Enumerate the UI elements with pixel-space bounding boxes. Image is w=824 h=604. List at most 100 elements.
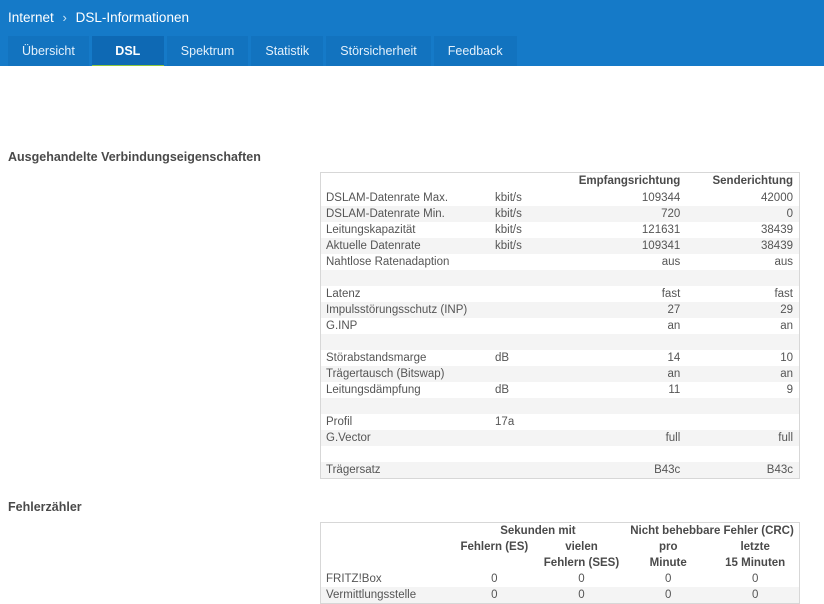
property-label: Nahtlose Ratenadaption bbox=[326, 256, 450, 268]
error-value: 0 bbox=[578, 573, 585, 585]
error-value: 0 bbox=[578, 589, 585, 601]
page-header: Internet › DSL-Informationen Übersicht D… bbox=[0, 0, 824, 66]
error-col-header-min-1: pro bbox=[658, 541, 678, 553]
property-value-upstream bbox=[684, 414, 799, 430]
tab-dsl[interactable]: DSL bbox=[91, 36, 164, 66]
section-title-negotiated: Ausgehandelte Verbindungseigenschaften bbox=[8, 150, 261, 164]
property-unit: kbit/s bbox=[495, 240, 522, 252]
property-value-downstream: fast bbox=[661, 288, 681, 300]
tab-uebersicht[interactable]: Übersicht bbox=[8, 36, 89, 66]
property-label: Trägertausch (Bitswap) bbox=[326, 368, 445, 380]
property-label: Leitungsdämpfung bbox=[326, 384, 421, 396]
property-value-downstream: aus bbox=[661, 256, 681, 268]
section-title-errors: Fehlerzähler bbox=[8, 500, 82, 514]
property-value-upstream: 38439 bbox=[761, 240, 793, 252]
property-label: Aktuelle Datenrate bbox=[326, 240, 421, 252]
spacer-cell bbox=[321, 334, 799, 350]
table-row: DSLAM-Datenrate Max. kbit/s 109344 42000 bbox=[321, 190, 799, 206]
property-value-upstream: 0 bbox=[786, 208, 793, 220]
error-header-spacer-3 bbox=[321, 555, 451, 571]
table-row: Vermittlungsstelle 0 0 0 0 bbox=[321, 587, 799, 603]
error-row-label-vermittlungsstelle: Vermittlungsstelle bbox=[326, 589, 417, 601]
spacer-cell bbox=[321, 398, 799, 414]
property-value-downstream: an bbox=[667, 320, 681, 332]
tab-feedback[interactable]: Feedback bbox=[433, 36, 517, 66]
property-label: Trägersatz bbox=[326, 464, 381, 476]
table-row: Leitungskapazität kbit/s 121631 38439 bbox=[321, 222, 799, 238]
spacer-row bbox=[321, 446, 799, 462]
property-unit: kbit/s bbox=[495, 192, 522, 204]
tab-spektrum[interactable]: Spektrum bbox=[166, 36, 249, 66]
property-unit: dB bbox=[495, 352, 510, 364]
property-value-downstream: 109344 bbox=[641, 192, 681, 204]
error-value: 0 bbox=[751, 573, 759, 585]
property-label: G.Vector bbox=[326, 432, 371, 444]
property-value-downstream: an bbox=[667, 368, 681, 380]
error-value: 0 bbox=[665, 589, 672, 601]
property-value-downstream: full bbox=[665, 432, 681, 444]
property-unit bbox=[491, 366, 561, 382]
property-value-downstream: B43c bbox=[654, 464, 681, 476]
property-value-upstream: full bbox=[778, 432, 793, 444]
table-row: Trägersatz B43c B43c bbox=[321, 462, 799, 478]
page-content: Ausgehandelte Verbindungseigenschaften E… bbox=[0, 66, 824, 604]
property-value-upstream: 9 bbox=[786, 384, 793, 396]
error-group-header-row: Sekunden mit Nicht behebbare Fehler (CRC… bbox=[321, 523, 799, 539]
property-unit bbox=[491, 430, 561, 446]
property-value-downstream: 121631 bbox=[641, 224, 681, 236]
property-value-upstream: fast bbox=[774, 288, 793, 300]
property-value-downstream: 27 bbox=[667, 304, 681, 316]
error-column-header-row-1: Fehlern (ES) vielen pro letzte bbox=[321, 539, 799, 555]
error-column-header-row-2: Fehlern (SES) Minute 15 Minuten bbox=[321, 555, 799, 571]
error-value: 0 bbox=[491, 573, 498, 585]
table-row: G.INP an an bbox=[321, 318, 799, 334]
property-label: DSLAM-Datenrate Max. bbox=[326, 192, 449, 204]
property-label: DSLAM-Datenrate Min. bbox=[326, 208, 445, 220]
property-value-upstream: B43c bbox=[766, 464, 793, 476]
error-col-header-min-2: Minute bbox=[649, 557, 687, 569]
property-unit bbox=[491, 302, 561, 318]
breadcrumb-separator-icon: › bbox=[62, 10, 67, 25]
property-unit bbox=[491, 254, 561, 270]
error-value: 0 bbox=[491, 589, 498, 601]
property-value-upstream: 38439 bbox=[761, 224, 793, 236]
property-value-downstream: 720 bbox=[661, 208, 681, 220]
spacer-row bbox=[321, 334, 799, 350]
table-row: Nahtlose Ratenadaption aus aus bbox=[321, 254, 799, 270]
table-row: FRITZ!Box 0 0 0 0 bbox=[321, 571, 799, 587]
error-value: 0 bbox=[665, 573, 672, 585]
table-row: Profil 17a bbox=[321, 414, 799, 430]
property-label: Latenz bbox=[326, 288, 361, 300]
error-counter-panel: Sekunden mit Nicht behebbare Fehler (CRC… bbox=[320, 522, 800, 604]
spacer-cell bbox=[321, 270, 799, 286]
error-value: 0 bbox=[751, 589, 759, 601]
error-counter-table: Sekunden mit Nicht behebbare Fehler (CRC… bbox=[321, 523, 799, 603]
table-row: DSLAM-Datenrate Min. kbit/s 720 0 bbox=[321, 206, 799, 222]
error-col-header-ses-2: Fehlern (SES) bbox=[543, 557, 620, 569]
error-group-header-seconds: Sekunden mit bbox=[500, 525, 576, 537]
property-value-upstream: 29 bbox=[780, 304, 793, 316]
breadcrumb-current: DSL-Informationen bbox=[75, 10, 189, 25]
error-col-header-ses-1: vielen bbox=[565, 541, 598, 553]
negotiated-properties-table: Empfangsrichtung Senderichtung DSLAM-Daten… bbox=[321, 173, 799, 478]
negotiated-header-upstream: Senderichtung bbox=[712, 175, 793, 187]
property-label: Impulsstörungsschutz (INP) bbox=[326, 304, 468, 316]
tab-statistik[interactable]: Statistik bbox=[251, 36, 324, 66]
property-value-downstream: 11 bbox=[668, 384, 681, 396]
error-group-header-crc: Nicht behebbare Fehler (CRC) bbox=[630, 525, 794, 537]
table-row: Leitungsdämpfung dB 11 9 bbox=[321, 382, 799, 398]
property-value-downstream bbox=[561, 414, 684, 430]
negotiated-properties-panel: Empfangsrichtung Senderichtung DSLAM-Daten… bbox=[320, 172, 800, 479]
property-unit: 17a bbox=[495, 416, 515, 428]
error-header-spacer bbox=[321, 523, 451, 539]
negotiated-header-label bbox=[321, 173, 491, 190]
property-unit: kbit/s bbox=[495, 208, 522, 220]
table-row: G.Vector full full bbox=[321, 430, 799, 446]
property-value-downstream: 14 bbox=[667, 352, 681, 364]
tab-stoersicherheit[interactable]: Störsicherheit bbox=[326, 36, 431, 66]
error-col-header-es-2 bbox=[451, 555, 538, 571]
property-label: Störabstandsmarge bbox=[326, 352, 427, 364]
table-row: Impulsstörungsschutz (INP) 27 29 bbox=[321, 302, 799, 318]
table-row: Trägertausch (Bitswap) an an bbox=[321, 366, 799, 382]
breadcrumb-parent[interactable]: Internet bbox=[8, 10, 54, 25]
